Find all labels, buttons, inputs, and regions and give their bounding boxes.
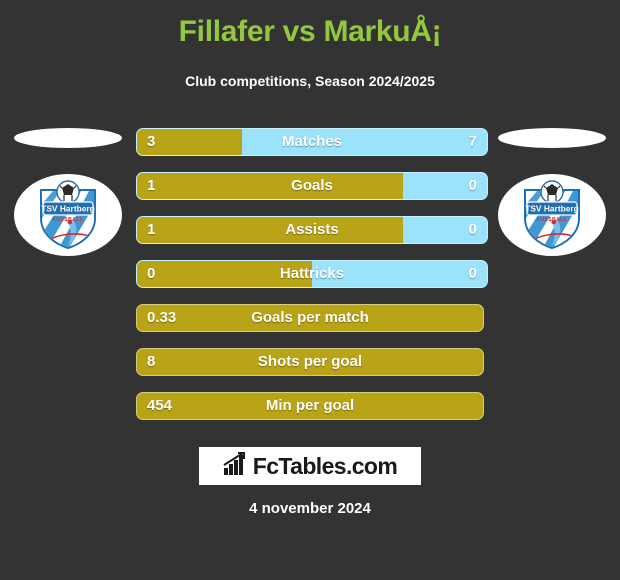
stat-bar: 0 0 Hattricks: [136, 260, 488, 288]
page-header: Fillafer vs MarkuÅ¡ Club competitions, S…: [0, 0, 620, 90]
stat-row: 454 Min per goal: [136, 392, 484, 420]
stat-left-value: 8: [147, 353, 156, 370]
stat-row: 0 0 Hattricks: [136, 260, 488, 288]
fctables-watermark[interactable]: FcTables.com: [199, 447, 421, 485]
stat-right-value: 0: [468, 177, 477, 194]
stat-bar-left-fill: [137, 173, 403, 199]
report-date: 4 november 2024: [249, 500, 371, 517]
stat-comparison-chart: 3 7 Matches 1 0 Goals 1 0 Assists 0 0 Hattricks 0.33…: [0, 120, 620, 430]
stat-bar: 1 0 Assists: [136, 216, 488, 244]
stat-left-value: 1: [147, 177, 156, 194]
stat-bar: 0.33 Goals per match: [136, 304, 484, 332]
stat-row: 3 7 Matches: [136, 128, 488, 156]
stat-left-value: 0.33: [147, 309, 177, 326]
page-subtitle: Club competitions, Season 2024/2025: [185, 73, 435, 89]
stat-row: 1 0 Goals: [136, 172, 488, 200]
page-title: Fillafer vs MarkuÅ¡: [178, 15, 442, 48]
stat-left-value: 454: [147, 397, 173, 414]
stat-row: 8 Shots per goal: [136, 348, 484, 376]
stat-label: Goals per match: [251, 309, 369, 326]
stat-left-value: 3: [147, 133, 156, 150]
stat-right-value: 0: [468, 265, 477, 282]
stat-bar: 3 7 Matches: [136, 128, 488, 156]
stat-bar-left-fill: [137, 217, 403, 243]
stat-bar: 454 Min per goal: [136, 392, 484, 420]
stat-left-value: 0: [147, 265, 156, 282]
stat-left-value: 1: [147, 221, 156, 238]
stat-label: Min per goal: [265, 397, 355, 414]
stat-row: 1 0 Assists: [136, 216, 488, 244]
stat-bar: 1 0 Goals: [136, 172, 488, 200]
fctables-brand-label: FcTables.com: [252, 453, 398, 479]
bar-chart-icon: [223, 451, 249, 481]
stat-right-value: 7: [468, 133, 477, 150]
stat-bar: 8 Shots per goal: [136, 348, 484, 376]
stat-row: 0.33 Goals per match: [136, 304, 484, 332]
stat-bar-left-fill: [137, 261, 312, 287]
stat-label: Shots per goal: [257, 353, 363, 370]
stat-right-value: 0: [468, 221, 477, 238]
